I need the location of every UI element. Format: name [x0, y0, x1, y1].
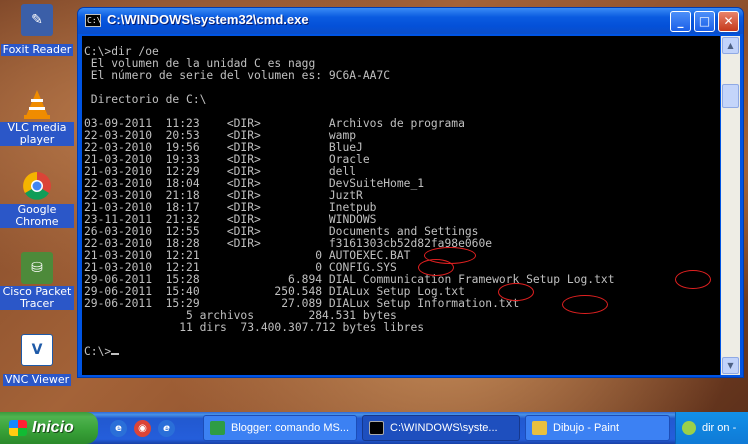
console-line: 11 dirs 73.400.307.712 bytes libres — [84, 321, 425, 334]
desktop-icon-vnc-viewer[interactable]: V VNC Viewer — [0, 334, 74, 387]
task-label: Dibujo - Paint — [553, 422, 620, 434]
chrome-icon — [210, 421, 225, 435]
title-bar[interactable]: C:\ C:\WINDOWS\system32\cmd.exe _ □ ✕ — [78, 8, 743, 34]
packet-tracer-icon: ⛁ — [21, 252, 53, 284]
desktop-icon-label: VNC Viewer — [2, 373, 72, 386]
task-label: C:\WINDOWS\syste... — [390, 422, 498, 434]
chrome-icon — [21, 170, 53, 202]
scroll-down-button[interactable]: ▼ — [722, 357, 739, 374]
tray-app-icon — [682, 421, 696, 435]
start-label: Inicio — [32, 419, 74, 436]
foxit-reader-icon: ✎ — [21, 4, 53, 36]
console-line: C:\> — [84, 346, 720, 358]
scroll-thumb[interactable] — [722, 84, 739, 108]
desktop-icon-foxit-reader[interactable]: ✎ Foxit Reader — [0, 4, 74, 57]
maximize-button[interactable]: □ — [694, 11, 715, 32]
tray-label: dir on - — [702, 422, 737, 434]
console-line: Directorio de C:\ — [84, 93, 207, 106]
window-title: C:\WINDOWS\system32\cmd.exe — [107, 12, 309, 27]
close-button[interactable]: ✕ — [718, 11, 739, 32]
desktop-icon-vlc[interactable]: VLC media player — [0, 88, 74, 147]
annotation-ellipse-sys — [418, 259, 454, 276]
desktop-icon-cisco-packet-tracer[interactable]: ⛁ Cisco Packet Tracer — [0, 252, 74, 311]
minimize-button[interactable]: _ — [670, 11, 691, 32]
quicklaunch-ie-icon[interactable]: e — [110, 420, 127, 437]
vertical-scrollbar[interactable]: ▲ ▼ — [721, 36, 740, 375]
scroll-up-button[interactable]: ▲ — [722, 37, 739, 54]
task-label: Blogger: comando MS... — [231, 422, 350, 434]
desktop-icon-label: Google Chrome — [0, 204, 74, 228]
taskbar-button-dir-on[interactable]: dir on - — [675, 412, 748, 444]
annotation-ellipse-txt-3 — [562, 295, 608, 314]
desktop-icon-label: VLC media player — [0, 122, 74, 146]
desktop-icon-label: Foxit Reader — [0, 43, 74, 56]
cmd-window[interactable]: C:\ C:\WINDOWS\system32\cmd.exe _ □ ✕ C:… — [77, 7, 744, 378]
desktop-icon-label: Cisco Packet Tracer — [0, 286, 74, 310]
annotation-ellipse-txt-1 — [675, 270, 711, 289]
console-line: El número de serie del volumen es: 9C6A-… — [84, 69, 391, 82]
taskbar: Inicio e ◉ e Blogger: comando MS... C:\W… — [0, 412, 748, 444]
text-cursor — [111, 353, 120, 355]
cmd-icon — [369, 421, 384, 435]
start-button[interactable]: Inicio — [0, 412, 98, 444]
cmd-icon: C:\ — [85, 14, 102, 27]
vnc-viewer-icon: V — [21, 334, 53, 366]
desktop-icon-google-chrome[interactable]: Google Chrome — [0, 170, 74, 229]
annotation-ellipse-txt-2 — [498, 283, 534, 301]
quicklaunch-chrome-icon[interactable]: ◉ — [134, 420, 151, 437]
vlc-cone-icon — [21, 88, 53, 120]
prompt-text: C:\> — [84, 345, 112, 358]
console-output[interactable]: C:\>dir /oe El volumen de la unidad C es… — [82, 36, 720, 375]
taskbar-button-blogger[interactable]: Blogger: comando MS... — [203, 415, 357, 441]
quicklaunch-ie-alt-icon[interactable]: e — [158, 420, 175, 437]
windows-flag-icon — [9, 420, 27, 436]
taskbar-button-cmd[interactable]: C:\WINDOWS\syste... — [362, 415, 520, 441]
taskbar-button-paint[interactable]: Dibujo - Paint — [525, 415, 670, 441]
paint-icon — [532, 421, 547, 435]
